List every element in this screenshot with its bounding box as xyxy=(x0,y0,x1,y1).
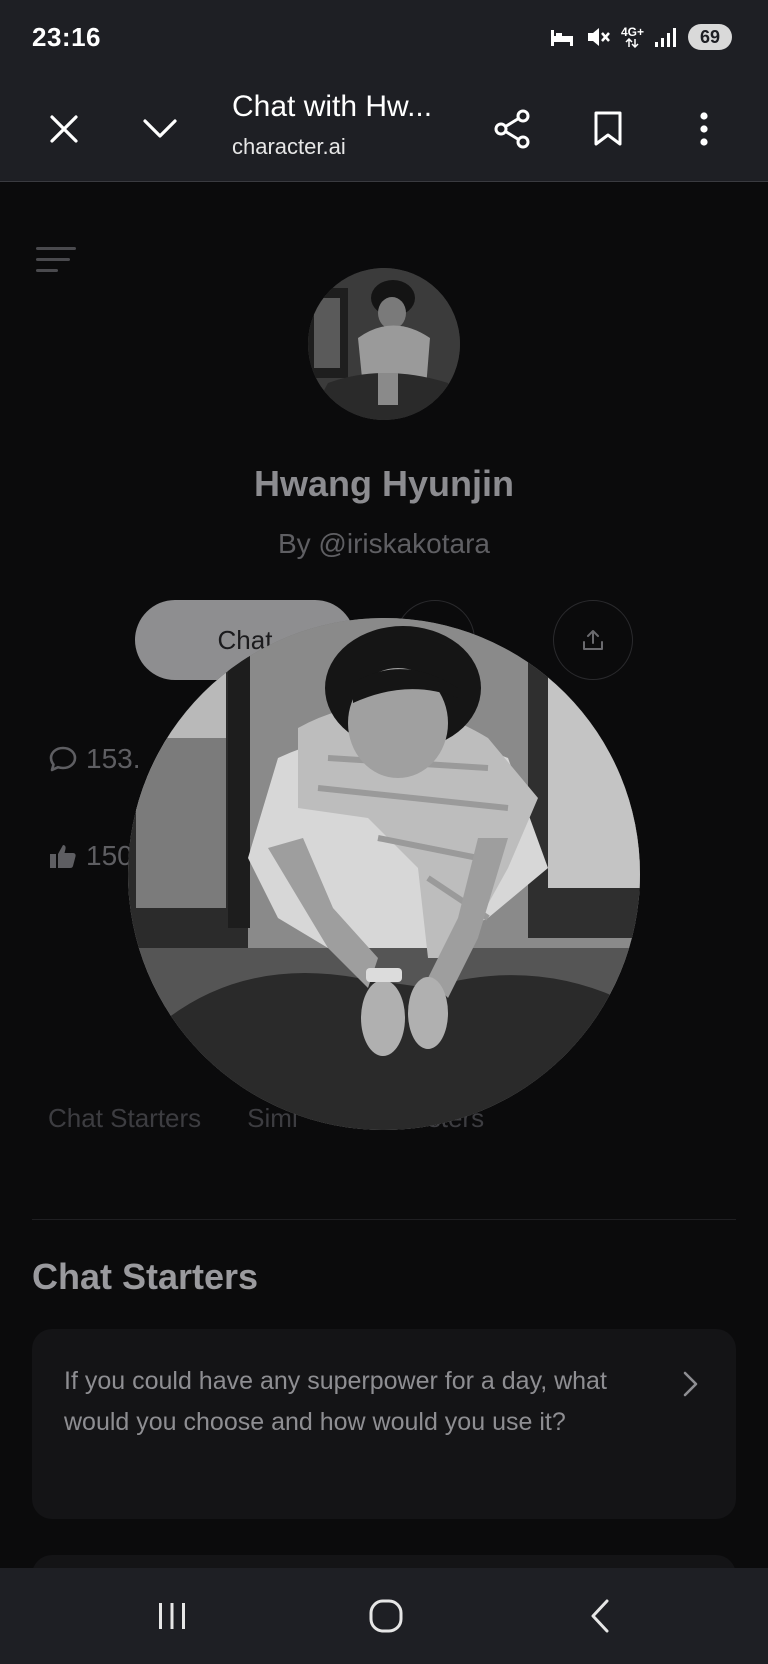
home-button[interactable] xyxy=(346,1586,426,1646)
recent-apps-icon xyxy=(159,1603,185,1629)
menu-line xyxy=(36,269,58,272)
bookmark-button[interactable] xyxy=(580,101,636,157)
close-button[interactable] xyxy=(36,101,92,157)
system-nav-bar xyxy=(0,1568,768,1664)
chevron-down-icon xyxy=(143,119,177,138)
section-divider xyxy=(32,1219,736,1220)
close-icon xyxy=(50,115,78,143)
thumbs-up-icon xyxy=(50,845,76,868)
enlarged-avatar[interactable] xyxy=(128,618,640,1130)
menu-line xyxy=(36,247,76,250)
chevron-right-icon xyxy=(683,1371,698,1397)
network-label: 4G+ xyxy=(620,25,644,39)
sleep-mode-icon xyxy=(550,30,573,46)
battery-indicator: 69 xyxy=(688,24,732,50)
menu-line xyxy=(36,258,70,261)
page-url[interactable]: character.ai xyxy=(232,134,346,160)
home-icon xyxy=(369,1599,403,1633)
character-avatar[interactable] xyxy=(308,268,460,420)
share-character-button[interactable] xyxy=(553,600,633,680)
chat-count: 153. xyxy=(48,743,141,775)
share-icon xyxy=(494,109,530,149)
browser-toolbar: Chat with Hw... character.ai xyxy=(0,76,768,182)
chat-starter-card[interactable]: If you could have any superpower for a d… xyxy=(32,1329,736,1519)
chat-starter-card[interactable] xyxy=(32,1555,736,1568)
chat-count-value: 153. xyxy=(86,743,141,774)
avatar-photo-large xyxy=(128,618,640,1130)
status-time: 23:16 xyxy=(32,22,101,52)
signal-icon xyxy=(655,28,676,47)
more-options-button[interactable] xyxy=(676,101,732,157)
chat-starter-text: If you could have any superpower for a d… xyxy=(64,1367,607,1436)
page-title[interactable]: Chat with Hw... xyxy=(232,90,452,124)
status-bar: 23:16 4G+ 69 xyxy=(0,0,768,76)
back-icon xyxy=(591,1599,609,1633)
upload-icon xyxy=(583,630,603,650)
character-author[interactable]: By @iriskakotara xyxy=(0,528,768,560)
character-name: Hwang Hyunjin xyxy=(254,463,514,504)
avatar-photo xyxy=(308,268,460,420)
like-count-value: 150 xyxy=(86,840,133,871)
like-count: 150 xyxy=(48,840,133,872)
more-vert-icon xyxy=(700,112,708,146)
mute-icon xyxy=(587,28,610,46)
sidebar-menu-button[interactable] xyxy=(30,239,76,279)
chat-bubble-icon xyxy=(49,746,77,772)
recent-apps-button[interactable] xyxy=(132,1586,212,1646)
share-button[interactable] xyxy=(485,101,541,157)
minimize-button[interactable] xyxy=(132,101,188,157)
bookmark-icon xyxy=(594,111,622,146)
chat-starters-heading: Chat Starters xyxy=(32,1256,259,1297)
network-type: 4G+ xyxy=(621,26,644,48)
tab-chat-starters[interactable]: Chat Starters xyxy=(48,1103,201,1134)
back-button[interactable] xyxy=(560,1586,640,1646)
data-arrows-icon xyxy=(625,38,640,48)
status-icons: 4G+ 69 xyxy=(549,22,732,52)
